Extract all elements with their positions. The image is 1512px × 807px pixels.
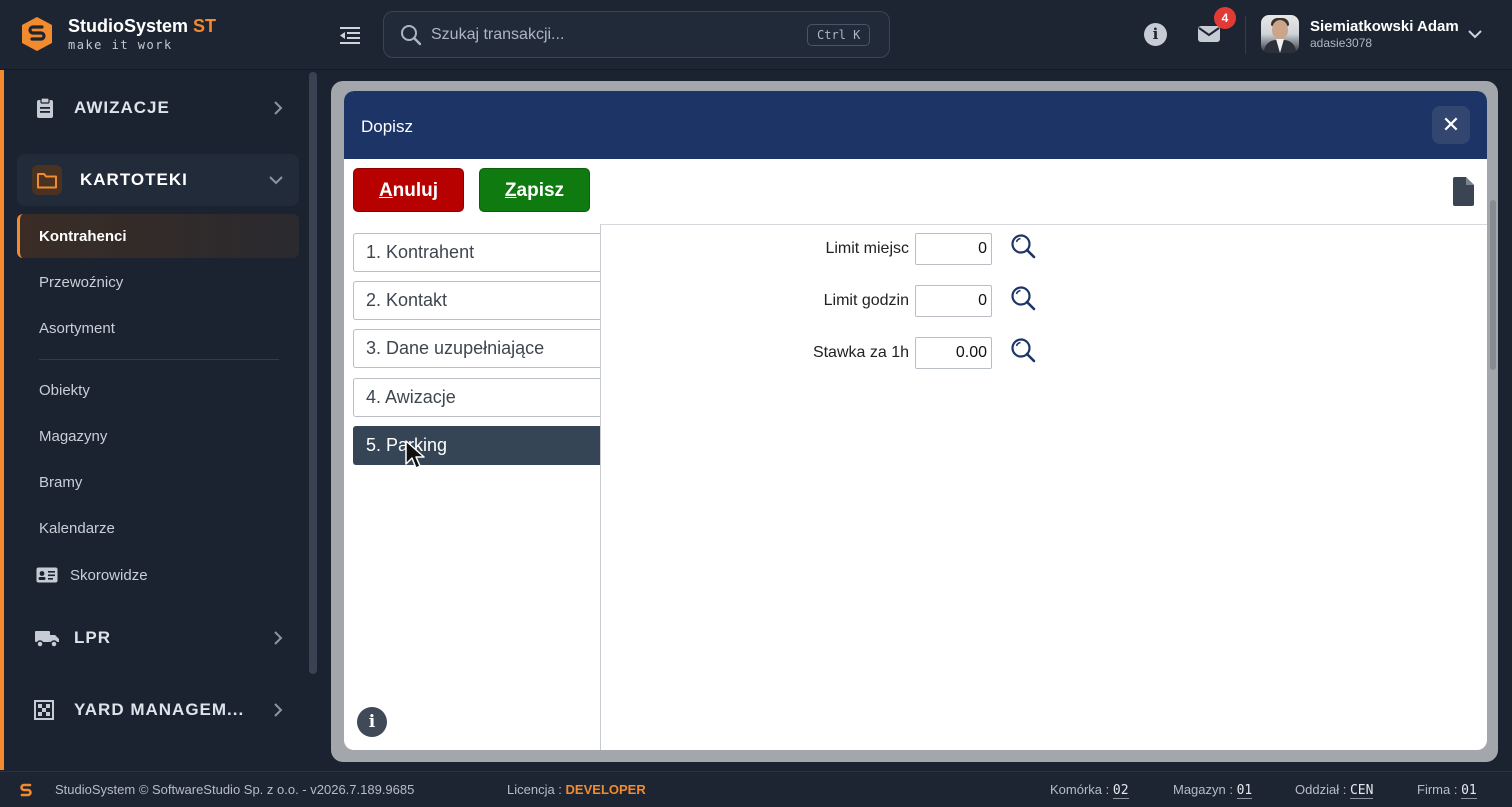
- search-icon[interactable]: [1010, 233, 1036, 259]
- field-row-limit-miejsc: Limit miejsc: [601, 233, 1041, 265]
- field-label: Stawka za 1h: [812, 344, 909, 361]
- tab-awizacje[interactable]: 4. Awizacje: [353, 378, 600, 417]
- search-icon[interactable]: [1010, 337, 1036, 363]
- cancel-button[interactable]: Anuluj: [353, 168, 464, 212]
- add-dialog: Dopisz ✕ Anuluj Zapisz 1. Kontrahent 2. …: [344, 91, 1487, 750]
- sidebar-group-label: KARTOTEKI: [80, 170, 188, 189]
- tab-kontrahent[interactable]: 1. Kontrahent: [353, 233, 600, 272]
- chevron-right-icon: [274, 703, 283, 717]
- sidebar: AWIZACJE KARTOTEKI Kontrahenci Przewoźni…: [4, 70, 307, 770]
- license-info: Licencja : DEVELOPER: [507, 782, 646, 797]
- header-divider: [1245, 16, 1246, 54]
- sidebar-item-obiekty[interactable]: Obiekty: [17, 368, 299, 412]
- dialog-header: Dopisz ✕: [344, 91, 1487, 159]
- chevron-down-icon[interactable]: [1467, 28, 1483, 40]
- close-button[interactable]: ✕: [1432, 106, 1470, 144]
- notification-badge: 4: [1214, 7, 1236, 29]
- chevron-right-icon: [274, 101, 283, 115]
- tab-dane-uzupelniajace[interactable]: 3. Dane uzupełniające: [353, 329, 600, 368]
- sidebar-divider: [39, 359, 279, 360]
- save-button[interactable]: Zapisz: [479, 168, 590, 212]
- field-row-limit-godzin: Limit godzin: [601, 285, 1041, 317]
- search-icon[interactable]: [1010, 285, 1036, 311]
- sidebar-group-label: YARD MANAGEM...: [74, 700, 245, 719]
- sidebar-item-skorowidze[interactable]: Skorowidze: [17, 553, 299, 597]
- grid-icon: [34, 700, 54, 720]
- firma-info: Firma : 01: [1417, 782, 1477, 799]
- copyright-text: StudioSystem © SoftwareStudio Sp. z o.o.…: [55, 782, 415, 797]
- sidebar-scrollbar[interactable]: [309, 72, 317, 674]
- komorka-info: Komórka : 02: [1050, 782, 1129, 799]
- oddzial-info: Oddział : CEN: [1295, 782, 1374, 799]
- chevron-right-icon: [274, 631, 283, 645]
- sidebar-item-kalendarze[interactable]: Kalendarze: [17, 506, 299, 550]
- field-row-stawka: Stawka za 1h: [601, 337, 1041, 369]
- sidebar-item-asortyment[interactable]: Asortyment: [17, 306, 299, 350]
- tab-kontakt[interactable]: 2. Kontakt: [353, 281, 600, 320]
- info-icon[interactable]: i: [1144, 23, 1167, 46]
- sidebar-item-magazyny[interactable]: Magazyny: [17, 414, 299, 458]
- close-icon: ✕: [1441, 112, 1461, 137]
- brand: StudioSystem ST make it work: [68, 16, 216, 52]
- field-label: Limit miejsc: [825, 240, 909, 257]
- sidebar-item-przewoznicy[interactable]: Przewoźnicy: [17, 260, 299, 304]
- search-shortcut-hint: Ctrl K: [807, 24, 871, 46]
- limit-miejsc-input[interactable]: [915, 233, 992, 265]
- user-name[interactable]: Siemiatkowski Adam: [1310, 18, 1459, 35]
- truck-icon: [35, 631, 59, 648]
- brand-accent: ST: [193, 16, 217, 36]
- top-bar: StudioSystem ST make it work Ctrl K i 4 …: [0, 0, 1512, 70]
- sidebar-group-label: AWIZACJE: [74, 98, 170, 117]
- chevron-down-icon: [269, 176, 283, 185]
- search-input[interactable]: [431, 22, 791, 48]
- mail-icon[interactable]: [1197, 24, 1221, 44]
- dialog-title: Dopisz: [361, 117, 413, 136]
- stawka-input[interactable]: [915, 337, 992, 369]
- sidebar-group-label: LPR: [74, 628, 111, 647]
- clipboard-icon: [37, 97, 53, 118]
- studiosystem-logo-icon[interactable]: [22, 17, 52, 51]
- limit-godzin-input[interactable]: [915, 285, 992, 317]
- sidebar-item-kontrahenci[interactable]: Kontrahenci: [17, 214, 299, 258]
- sidebar-group-kartoteki[interactable]: KARTOTEKI: [17, 154, 299, 206]
- page-scrollbar[interactable]: [1490, 200, 1496, 370]
- document-icon[interactable]: [1451, 176, 1475, 207]
- search-icon: [401, 25, 422, 46]
- user-login: adasie3078: [1310, 36, 1373, 50]
- brand-name: StudioSystem ST: [68, 16, 217, 36]
- status-bar: StudioSystem © SoftwareStudio Sp. z o.o.…: [0, 771, 1512, 807]
- folder-icon-box: [32, 165, 62, 195]
- field-label: Limit godzin: [823, 292, 909, 309]
- sidebar-group-awizacje[interactable]: AWIZACJE: [17, 82, 299, 134]
- mouse-cursor-icon: [405, 440, 425, 469]
- sidebar-item-bramy[interactable]: Bramy: [17, 460, 299, 504]
- sidebar-group-yard-management[interactable]: YARD MANAGEM...: [17, 684, 299, 736]
- menu-collapse-icon[interactable]: [339, 24, 361, 46]
- search-bar[interactable]: Ctrl K: [383, 11, 890, 58]
- id-card-icon: [36, 567, 58, 583]
- folder-icon: [37, 173, 57, 189]
- magazyn-info: Magazyn : 01: [1173, 782, 1253, 799]
- tab-parking[interactable]: 5. Parking: [353, 426, 600, 465]
- parking-form: Limit miejsc Limit godzin Stawka za 1h: [600, 224, 1487, 750]
- info-icon[interactable]: i: [357, 707, 387, 737]
- avatar[interactable]: [1261, 15, 1299, 53]
- brand-tagline: make it work: [68, 38, 173, 52]
- studiosystem-logo-icon: [20, 783, 32, 797]
- sidebar-group-lpr[interactable]: LPR: [17, 612, 299, 664]
